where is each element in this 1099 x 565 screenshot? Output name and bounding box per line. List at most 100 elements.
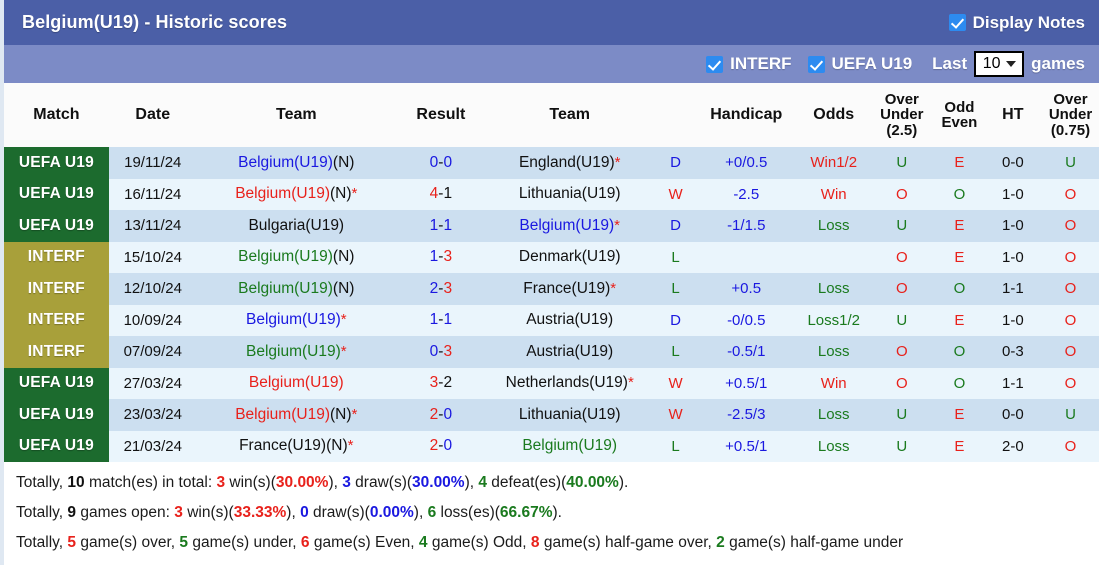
odd-even-value: E	[954, 438, 964, 455]
result-cell[interactable]: 0-3	[396, 336, 486, 368]
score-home: 2	[430, 437, 439, 454]
col-over-under-25[interactable]: Over Under (2.5)	[872, 83, 931, 147]
col-handicap[interactable]: Handicap	[698, 83, 795, 147]
team-home-cell[interactable]: Belgium(U19)(N)	[197, 242, 396, 274]
col-ht[interactable]: HT	[988, 83, 1038, 147]
league-badge[interactable]: INTERF	[4, 305, 109, 337]
odd-even-cell: E	[931, 242, 988, 274]
over-under-25-value: O	[896, 375, 908, 392]
s3-hg-under: 2	[716, 534, 725, 551]
team-home-name: Belgium(U19)	[249, 374, 344, 391]
team-away-cell[interactable]: Belgium(U19)*	[486, 210, 654, 242]
team-away-cell[interactable]: Netherlands(U19)*	[486, 368, 654, 400]
team-away-name: Austria(U19)	[526, 343, 613, 360]
s1-t5: draw(s)(	[351, 474, 412, 491]
wdl-cell: D	[654, 210, 698, 242]
team-home-cell[interactable]: Belgium(U19)	[197, 368, 396, 400]
team-home-cell[interactable]: Belgium(U19)(N)	[197, 273, 396, 305]
team-home-cell[interactable]: Belgium(U19)(N)*	[197, 399, 396, 431]
half-time-score: 1-0	[1002, 186, 1024, 203]
result-cell[interactable]: 1-3	[396, 242, 486, 274]
team-home-cell[interactable]: Belgium(U19)(N)	[197, 147, 396, 179]
league-badge[interactable]: INTERF	[4, 336, 109, 368]
table-row[interactable]: UEFA U1923/03/24Belgium(U19)(N)*2-0Lithu…	[4, 399, 1099, 431]
page-title: Belgium(U19) - Historic scores	[22, 12, 287, 33]
table-row[interactable]: UEFA U1913/11/24Bulgaria(U19)1-1Belgium(…	[4, 210, 1099, 242]
league-badge[interactable]: UEFA U19	[4, 431, 109, 463]
table-row[interactable]: UEFA U1919/11/24Belgium(U19)(N)0-0Englan…	[4, 147, 1099, 179]
table-row[interactable]: INTERF10/09/24Belgium(U19)*1-1Austria(U1…	[4, 305, 1099, 337]
odd-even-value: O	[954, 280, 966, 297]
team-away-cell[interactable]: England(U19)*	[486, 147, 654, 179]
note-asterisk-icon: *	[348, 437, 354, 454]
score-home: 3	[430, 374, 439, 391]
team-home-cell[interactable]: Bulgaria(U19)	[197, 210, 396, 242]
wdl-cell: L	[654, 273, 698, 305]
col-team-home[interactable]: Team	[197, 83, 396, 147]
team-away-cell[interactable]: Austria(U19)	[486, 305, 654, 337]
interf-checkbox-icon[interactable]	[706, 56, 723, 73]
table-row[interactable]: INTERF12/10/24Belgium(U19)(N)2-3France(U…	[4, 273, 1099, 305]
league-badge[interactable]: UEFA U19	[4, 179, 109, 211]
team-away-cell[interactable]: Belgium(U19)	[486, 431, 654, 463]
odds-value: Loss	[818, 217, 850, 234]
league-badge[interactable]: UEFA U19	[4, 368, 109, 400]
odds-cell: Loss1/2	[795, 305, 873, 337]
team-away-cell[interactable]: Denmark(U19)	[486, 242, 654, 274]
table-row[interactable]: UEFA U1921/03/24France(U19)(N)*2-0Belgiu…	[4, 431, 1099, 463]
handicap-cell: +0.5/1	[698, 368, 795, 400]
result-cell[interactable]: 3-2	[396, 368, 486, 400]
table-row[interactable]: UEFA U1927/03/24Belgium(U19)3-2Netherlan…	[4, 368, 1099, 400]
neutral-venue-marker: (N)	[330, 406, 352, 423]
league-badge[interactable]: UEFA U19	[4, 210, 109, 242]
col-team-away[interactable]: Team	[486, 83, 654, 147]
table-row[interactable]: UEFA U1916/11/24Belgium(U19)(N)*4-1Lithu…	[4, 179, 1099, 211]
odd-even-value: O	[954, 343, 966, 360]
over-under-25-value: O	[896, 249, 908, 266]
over-under-075-cell: O	[1038, 242, 1099, 274]
col-over-under-075[interactable]: Over Under (0.75)	[1038, 83, 1099, 147]
display-notes-toggle[interactable]: Display Notes	[949, 13, 1085, 33]
team-home-cell[interactable]: Belgium(U19)*	[197, 336, 396, 368]
s3-t4: game(s) Even,	[310, 534, 419, 551]
league-badge[interactable]: INTERF	[4, 242, 109, 274]
over-under-075-cell: O	[1038, 179, 1099, 211]
games-count-select[interactable]: 10	[974, 51, 1024, 77]
result-cell[interactable]: 2-3	[396, 273, 486, 305]
col-result[interactable]: Result	[396, 83, 486, 147]
uefa-checkbox-icon[interactable]	[808, 56, 825, 73]
result-cell[interactable]: 2-0	[396, 399, 486, 431]
team-away-cell[interactable]: Lithuania(U19)	[486, 179, 654, 211]
result-cell[interactable]: 1-1	[396, 305, 486, 337]
col-match[interactable]: Match	[4, 83, 109, 147]
col-odd-even[interactable]: Odd Even	[931, 83, 988, 147]
col-odds[interactable]: Odds	[795, 83, 873, 147]
filter-uefa-u19[interactable]: UEFA U19	[808, 54, 913, 74]
table-row[interactable]: INTERF15/10/24Belgium(U19)(N)1-3Denmark(…	[4, 242, 1099, 274]
neutral-venue-marker: (N)	[330, 185, 352, 202]
half-time-cell: 1-0	[988, 305, 1038, 337]
over-under-25-value: U	[896, 154, 907, 171]
team-home-cell[interactable]: Belgium(U19)(N)*	[197, 179, 396, 211]
over-under-075-cell: O	[1038, 305, 1099, 337]
col-date[interactable]: Date	[109, 83, 197, 147]
league-badge[interactable]: INTERF	[4, 273, 109, 305]
ou075-line2: Under	[1040, 107, 1099, 122]
result-cell[interactable]: 4-1	[396, 179, 486, 211]
league-badge[interactable]: UEFA U19	[4, 147, 109, 179]
team-home-cell[interactable]: France(U19)(N)*	[197, 431, 396, 463]
table-row[interactable]: INTERF07/09/24Belgium(U19)*0-3Austria(U1…	[4, 336, 1099, 368]
result-cell[interactable]: 2-0	[396, 431, 486, 463]
team-away-cell[interactable]: France(U19)*	[486, 273, 654, 305]
team-away-cell[interactable]: Lithuania(U19)	[486, 399, 654, 431]
league-badge[interactable]: UEFA U19	[4, 399, 109, 431]
team-away-cell[interactable]: Austria(U19)	[486, 336, 654, 368]
team-home-cell[interactable]: Belgium(U19)*	[197, 305, 396, 337]
uefa-label: UEFA U19	[832, 54, 913, 74]
result-cell[interactable]: 0-0	[396, 147, 486, 179]
odd-even-value: O	[954, 375, 966, 392]
filter-interf[interactable]: INTERF	[706, 54, 791, 74]
half-time-score: 1-0	[1002, 217, 1024, 234]
result-cell[interactable]: 1-1	[396, 210, 486, 242]
display-notes-checkbox-icon[interactable]	[949, 14, 966, 31]
